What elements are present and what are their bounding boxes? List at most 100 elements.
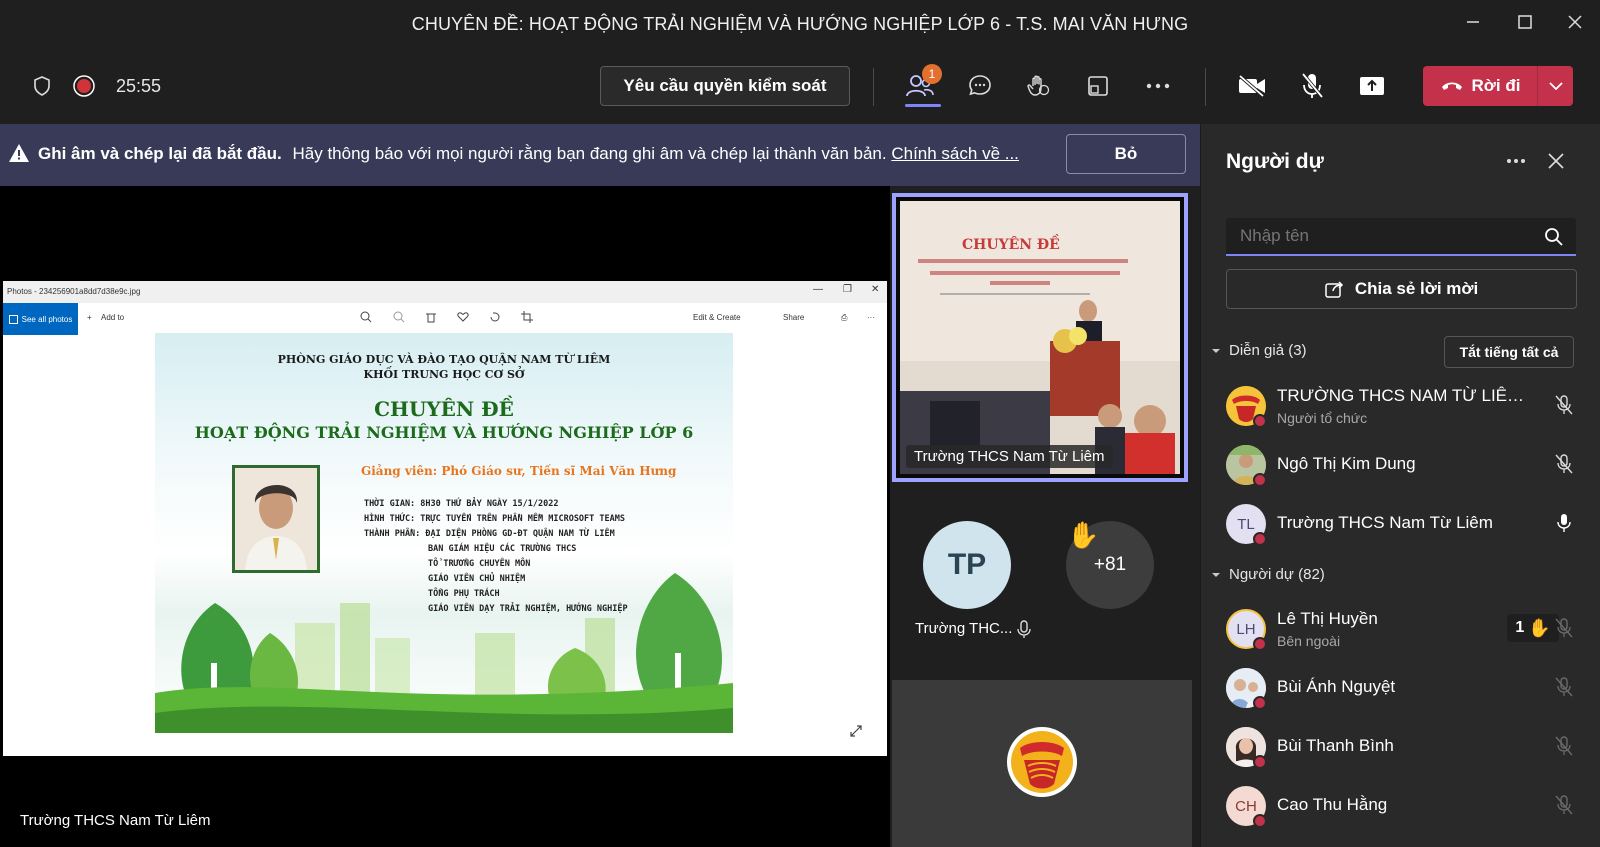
slide-topic: HOẠT ĐỘNG TRẢI NGHIỆM VÀ HƯỚNG NGHIỆP LỚ… bbox=[194, 423, 694, 442]
leave-options-button[interactable] bbox=[1538, 66, 1573, 106]
participant-name: TRƯỜNG THCS NAM TỪ LIÊM - ... bbox=[1277, 386, 1537, 405]
presence-busy-icon bbox=[1253, 814, 1267, 828]
mute-all-button[interactable]: Tắt tiếng tất cả bbox=[1444, 336, 1574, 368]
participant-item[interactable]: Bùi Thanh Bình bbox=[1221, 719, 1591, 775]
presence-busy-icon bbox=[1253, 414, 1267, 428]
record-icon bbox=[66, 68, 102, 104]
share-invite-icon bbox=[1325, 281, 1343, 298]
mic-off-icon[interactable] bbox=[1294, 68, 1330, 104]
minimize-icon bbox=[1467, 21, 1479, 23]
hangup-icon bbox=[1441, 82, 1462, 90]
camera-feed: CHUYÊN ĐỀ bbox=[900, 201, 1180, 474]
attendees-header-label: Người dự (82) bbox=[1229, 566, 1325, 583]
photos-title: Photos - 234256901a8dd7d38e9c.jpg bbox=[7, 287, 141, 296]
presence-busy-icon bbox=[1253, 637, 1267, 651]
photos-toolbar: See all photos + Add to Edit & Create Sh… bbox=[3, 303, 887, 335]
slide-info-line: THÀNH PHẦN: ĐẠI DIỆN PHÒNG GD-ĐT QUẬN NA… bbox=[364, 529, 615, 539]
zoom-in-icon bbox=[360, 311, 372, 323]
search-input[interactable] bbox=[1240, 226, 1530, 246]
participant-item[interactable]: TRƯỜNG THCS NAM TỪ LIÊM - ... Người tổ c… bbox=[1221, 378, 1591, 434]
pinned-participant-name: Trường THCS Nam Từ Liêm bbox=[906, 445, 1113, 468]
camera-off-icon[interactable] bbox=[1234, 68, 1270, 104]
close-icon bbox=[1568, 15, 1582, 29]
see-all-photos-button: See all photos bbox=[3, 303, 78, 335]
share-label: Share bbox=[783, 313, 805, 322]
more-icon[interactable] bbox=[1140, 68, 1176, 104]
window-title: CHUYÊN ĐỀ: HOẠT ĐỘNG TRẢI NGHIỆM VÀ HƯỚN… bbox=[411, 13, 1189, 34]
lecturer-portrait bbox=[232, 465, 320, 573]
banner-message: Ghi âm và chép lại đã bắt đầu. Hãy thông… bbox=[38, 144, 1038, 164]
attendees-section-header[interactable]: Người dự (82) bbox=[1211, 566, 1325, 583]
panel-title: Người dự bbox=[1226, 150, 1324, 173]
panel-close-icon[interactable] bbox=[1548, 153, 1564, 169]
participant-name: Ngô Thị Kim Dung bbox=[1277, 454, 1416, 473]
participant-role: Người tổ chức bbox=[1277, 410, 1368, 426]
raise-hand-icon[interactable] bbox=[1020, 68, 1056, 104]
raised-hand-icon: ✋ bbox=[1528, 617, 1551, 638]
presence-busy-icon bbox=[1253, 532, 1267, 546]
leave-button[interactable]: Rời đi bbox=[1423, 66, 1573, 106]
avatar-initials: TP bbox=[947, 548, 987, 581]
dismiss-button[interactable]: Bỏ bbox=[1066, 134, 1186, 174]
participant-name: Bùi Ánh Nguyệt bbox=[1277, 677, 1396, 696]
presence-busy-icon bbox=[1253, 755, 1267, 769]
participant-item[interactable]: TL Trường THCS Nam Từ Liêm bbox=[1221, 496, 1591, 552]
participant-avatar-tp[interactable]: TP bbox=[923, 521, 1011, 609]
add-to-label: Add to bbox=[101, 313, 125, 322]
slide-info-line: THỜI GIAN: 8H30 THỨ BẢY NGÀY 15/1/2022 bbox=[364, 499, 559, 509]
slide-org-line1: PHÒNG GIÁO DỤC VÀ ĐÀO TẠO QUẬN NAM TỪ LI… bbox=[277, 353, 611, 366]
add-icon: + bbox=[87, 313, 92, 322]
participant-name: Trường THCS Nam Từ Liêm bbox=[1277, 513, 1493, 532]
photos-restore-icon: ❐ bbox=[843, 284, 852, 295]
active-tab-indicator bbox=[905, 104, 941, 107]
participant-name: Lê Thị Huyền bbox=[1277, 609, 1378, 628]
meeting-timer: 25:55 bbox=[116, 76, 162, 96]
mic-icon bbox=[1017, 620, 1031, 638]
participant-role: Bên ngoài bbox=[1277, 633, 1341, 649]
warning-icon bbox=[9, 144, 29, 162]
share-invite-label: Chia sẻ lời mời bbox=[1354, 279, 1479, 298]
search-field[interactable] bbox=[1226, 218, 1576, 256]
slide-heading: CHUYÊN ĐỀ bbox=[374, 397, 514, 421]
participant-item[interactable]: LH Lê Thị Huyền Bên ngoài 1 ✋ bbox=[1221, 601, 1591, 657]
participants-badge: 1 bbox=[922, 64, 942, 84]
maximize-button[interactable] bbox=[1510, 10, 1540, 38]
presenters-section-header[interactable]: Diễn giả (3) bbox=[1211, 342, 1307, 359]
recording-banner: Ghi âm và chép lại đã bắt đầu. Hãy thông… bbox=[0, 124, 1200, 186]
request-control-button[interactable]: Yêu cầu quyền kiểm soát bbox=[600, 66, 850, 106]
presence-busy-icon bbox=[1253, 696, 1267, 710]
search-icon bbox=[1545, 228, 1563, 246]
panel-more-icon[interactable] bbox=[1506, 158, 1526, 164]
participant-tile-logo[interactable] bbox=[892, 680, 1192, 847]
slide-info-line: BAN GIÁM HIỆU CÁC TRƯỜNG THCS bbox=[428, 544, 577, 554]
mic-disabled-icon bbox=[1555, 618, 1573, 638]
photos-more-icon: ··· bbox=[867, 313, 875, 322]
leave-main[interactable]: Rời đi bbox=[1423, 66, 1537, 106]
close-window-button[interactable] bbox=[1560, 10, 1590, 38]
mic-disabled-icon bbox=[1555, 677, 1573, 697]
shield-icon[interactable] bbox=[24, 68, 60, 104]
minimize-button[interactable] bbox=[1458, 10, 1488, 38]
slide-lecturer: Giảng viên: Phó Giáo sư, Tiến sĩ Mai Văn… bbox=[361, 464, 677, 478]
banner-bold-text: Ghi âm và chép lại đã bắt đầu. bbox=[38, 144, 282, 163]
photos-window: Photos - 234256901a8dd7d38e9c.jpg — ❐ ✕ … bbox=[3, 281, 887, 756]
mic-disabled-icon bbox=[1555, 736, 1573, 756]
participant-item[interactable]: Bùi Ánh Nguyệt bbox=[1221, 660, 1591, 716]
share-invite-button[interactable]: Chia sẻ lời mời bbox=[1226, 269, 1577, 309]
participant-item[interactable]: Ngô Thị Kim Dung bbox=[1221, 437, 1591, 493]
pinned-video-tile[interactable]: CHUYÊN ĐỀ Trường THCS Nam Từ Liêm bbox=[892, 193, 1188, 482]
print-icon: ⎙ bbox=[841, 313, 848, 322]
title-bar: CHUYÊN ĐỀ: HOẠT ĐỘNG TRẢI NGHIỆM VÀ HƯỚN… bbox=[0, 0, 1600, 48]
participant-tile-name: Trường THC... bbox=[915, 620, 1013, 637]
chat-icon[interactable] bbox=[962, 68, 998, 104]
rooms-icon[interactable] bbox=[1080, 68, 1116, 104]
share-icon[interactable] bbox=[1354, 68, 1390, 104]
participant-item[interactable]: CH Cao Thu Hằng bbox=[1221, 778, 1591, 834]
avatar-initials: TL bbox=[1237, 515, 1255, 533]
policy-link[interactable]: Chính sách về ... bbox=[891, 144, 1019, 163]
leave-label: Rời đi bbox=[1471, 76, 1521, 95]
crop-icon bbox=[521, 311, 533, 323]
delete-icon bbox=[426, 313, 436, 323]
see-all-label: See all photos bbox=[21, 314, 73, 324]
hand-count: 1 bbox=[1515, 619, 1525, 636]
